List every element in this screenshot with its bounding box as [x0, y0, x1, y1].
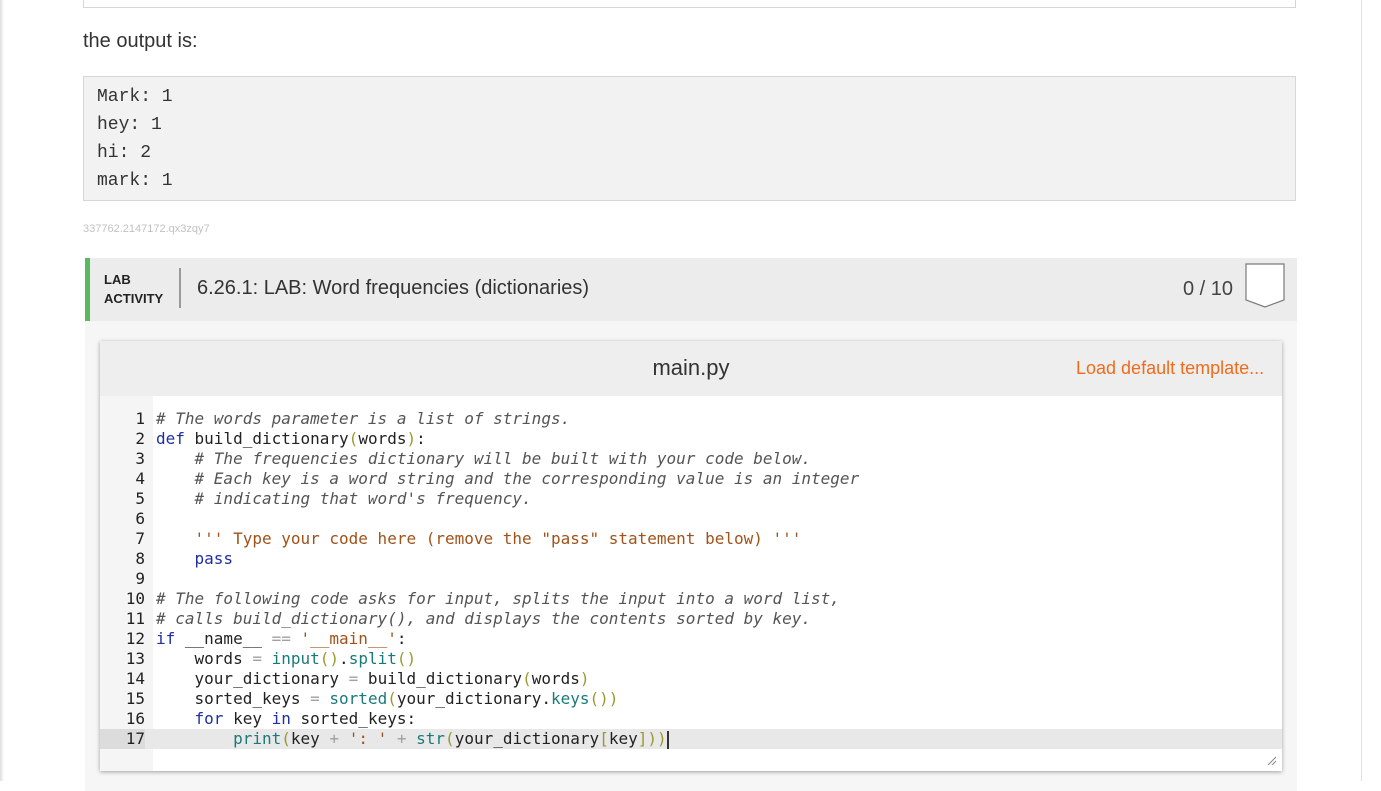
code-text: # Each key is a word string and the corr…: [194, 469, 860, 488]
code-line[interactable]: 5 # indicating that word's frequency.: [100, 489, 1282, 509]
code-text: ''' Type your code here (remove the "pas…: [194, 529, 802, 548]
line-number: 17: [100, 729, 145, 749]
header-divider: [179, 268, 181, 308]
intro-text: the output is:: [83, 30, 198, 52]
code-text: # The following code asks for input, spl…: [156, 589, 840, 608]
page-right-gutter: [1361, 0, 1381, 781]
line-number: 8: [135, 549, 145, 568]
editor-toolbar: main.py Load default template...: [100, 341, 1282, 396]
lab-title: 6.26.1: LAB: Word frequencies (dictionar…: [197, 277, 590, 299]
output-line: mark: 1: [97, 171, 173, 191]
lab-score: 0 / 10: [1183, 278, 1234, 300]
code-line[interactable]: 3 # The frequencies dictionary will be b…: [100, 449, 1282, 469]
lab-badge-line: ACTIVITY: [104, 291, 164, 306]
output-line: hey: 1: [97, 115, 162, 135]
code-line[interactable]: 4 # Each key is a word string and the co…: [100, 469, 1282, 489]
code-text: if __name__ == '__main__':: [156, 629, 407, 648]
code-line[interactable]: 11 # calls build_dictionary(), and displ…: [100, 609, 1282, 629]
output-line: hi: 2: [97, 143, 152, 163]
code-editor[interactable]: main.py Load default template... 1 # The…: [100, 341, 1282, 771]
code-text: words = input().split(): [156, 649, 417, 668]
code-line[interactable]: 12 if __name__ == '__main__':: [100, 629, 1282, 649]
code-area[interactable]: 1 # The words parameter is a list of str…: [100, 409, 1282, 749]
code-line-active[interactable]: 17 print(key + ': ' + str(your_dictionar…: [100, 729, 1282, 749]
resize-handle-icon[interactable]: [1266, 755, 1276, 765]
line-number: 1: [135, 409, 145, 428]
code-line[interactable]: 16 for key in sorted_keys:: [100, 709, 1282, 729]
line-number: 4: [135, 469, 145, 488]
code-text: # indicating that word's frequency.: [194, 489, 532, 508]
code-line[interactable]: 10 # The following code asks for input, …: [100, 589, 1282, 609]
line-number: 3: [135, 449, 145, 468]
code-text: print(key + ': ' + str(your_dictionary[k…: [233, 729, 669, 749]
line-number: 2: [135, 429, 145, 448]
load-default-template-link[interactable]: Load default template...: [1076, 358, 1264, 379]
line-number: 14: [125, 669, 145, 688]
code-text: # calls build_dictionary(), and displays…: [156, 609, 812, 628]
code-text: sorted_keys = sorted(your_dictionary.key…: [156, 689, 619, 708]
code-line[interactable]: 6: [100, 509, 1282, 529]
line-number: 13: [125, 649, 145, 668]
output-line: Mark: 1: [97, 87, 173, 107]
code-line[interactable]: 14 your_dictionary = build_dictionary(wo…: [100, 669, 1282, 689]
code-text: your_dictionary = build_dictionary(words…: [156, 669, 590, 688]
code-line[interactable]: 9: [100, 569, 1282, 589]
line-number: 10: [125, 589, 145, 608]
line-number: 15: [125, 689, 145, 708]
content-identifier: 337762.2147172.qx3zqy7: [83, 223, 210, 235]
example-output-box: Mark: 1 hey: 1 hi: 2 mark: 1: [83, 76, 1296, 201]
lab-activity-badge: LAB ACTIVITY: [104, 270, 163, 308]
line-number: 12: [125, 629, 145, 648]
completion-flag-icon: [1245, 263, 1285, 308]
code-line[interactable]: 2 def build_dictionary(words):: [100, 429, 1282, 449]
line-number: 5: [135, 489, 145, 508]
line-number: 11: [125, 609, 145, 628]
code-text: for key in sorted_keys:: [194, 709, 417, 728]
code-line[interactable]: 8 pass: [100, 549, 1282, 569]
line-number: 6: [135, 509, 145, 528]
code-text: # The words parameter is a list of strin…: [156, 409, 571, 428]
code-line[interactable]: 1 # The words parameter is a list of str…: [100, 409, 1282, 429]
code-text: # The frequencies dictionary will be bui…: [194, 449, 812, 468]
code-line[interactable]: 15 sorted_keys = sorted(your_dictionary.…: [100, 689, 1282, 709]
page-left-shadow: [0, 0, 4, 781]
line-number: 7: [135, 529, 145, 548]
previous-content-block: [83, 0, 1296, 8]
line-number: 16: [125, 709, 145, 728]
code-text: def build_dictionary(words):: [156, 429, 426, 448]
line-number: 9: [135, 569, 145, 588]
code-line[interactable]: 13 words = input().split(): [100, 649, 1282, 669]
code-text: pass: [194, 549, 234, 568]
lab-activity-header: LAB ACTIVITY 6.26.1: LAB: Word frequenci…: [85, 258, 1297, 321]
text-cursor: [666, 730, 669, 749]
lab-badge-line: LAB: [104, 272, 131, 287]
code-line[interactable]: 7 ''' Type your code here (remove the "p…: [100, 529, 1282, 549]
